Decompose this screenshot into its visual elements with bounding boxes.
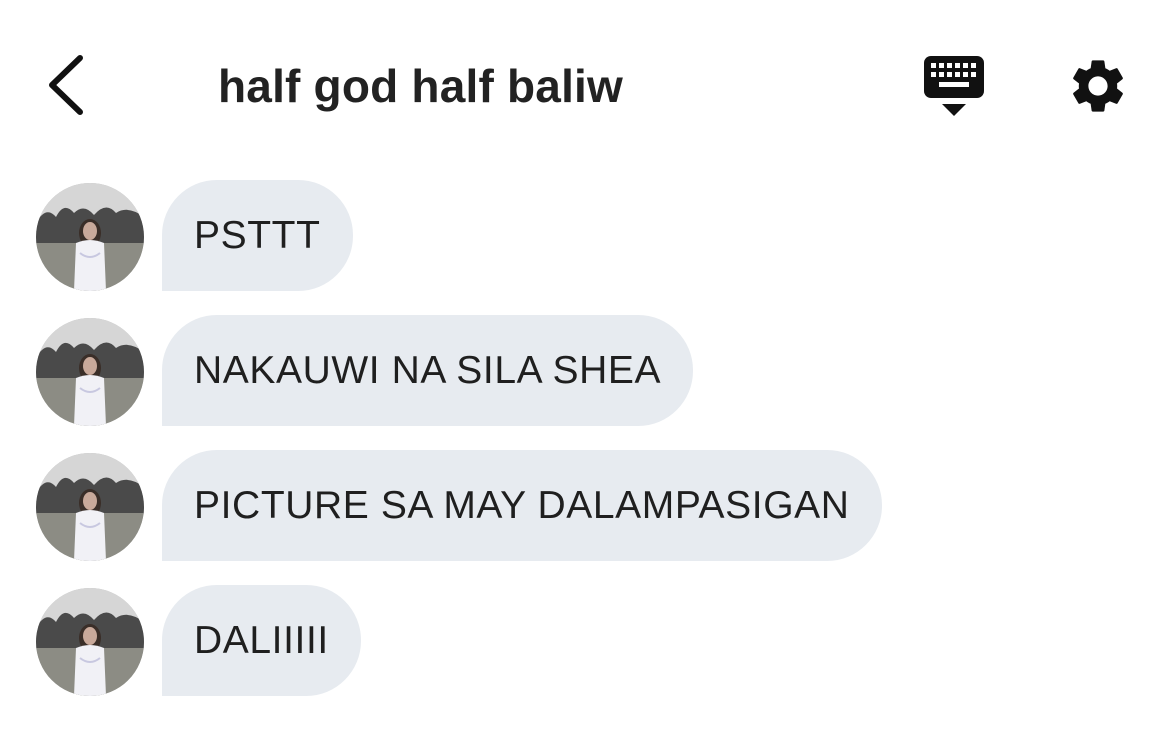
message-row: DALIIIII	[0, 585, 1170, 697]
back-button[interactable]	[40, 50, 96, 120]
message-row: PICTURE SA MAY DALAMPASIGAN	[0, 450, 1170, 562]
keyboard-hide-icon	[924, 56, 984, 116]
conversation-title: half god half baliw	[218, 60, 624, 112]
message-bubble[interactable]: PICTURE SA MAY DALAMPASIGAN	[162, 450, 882, 561]
avatar[interactable]	[36, 588, 144, 696]
avatar[interactable]	[36, 183, 144, 291]
chevron-left-icon	[49, 55, 83, 115]
gear-icon	[1073, 60, 1123, 112]
chat-header: half god half baliw	[0, 0, 1170, 170]
message-row: NAKAUWI NA SILA SHEA	[0, 315, 1170, 427]
settings-button[interactable]	[1066, 54, 1130, 118]
profile-photo	[36, 318, 144, 426]
message-bubble[interactable]: NAKAUWI NA SILA SHEA	[162, 315, 694, 426]
avatar[interactable]	[36, 318, 144, 426]
profile-photo	[36, 588, 144, 696]
keyboard-toggle-button[interactable]	[920, 52, 988, 118]
profile-photo	[36, 453, 144, 561]
message-bubble[interactable]: PSTTT	[162, 180, 353, 291]
message-bubble[interactable]: DALIIIII	[162, 585, 361, 696]
avatar[interactable]	[36, 453, 144, 561]
profile-photo	[36, 183, 144, 291]
message-row: PSTTT	[0, 180, 1170, 292]
